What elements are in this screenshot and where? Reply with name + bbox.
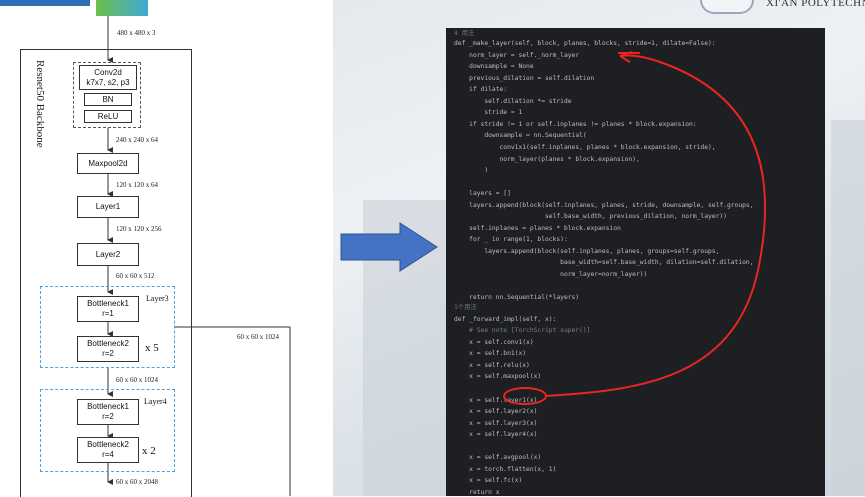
layer1-highlight-circle bbox=[503, 387, 547, 405]
annotation-curve bbox=[545, 54, 767, 397]
red-annotations bbox=[503, 51, 767, 405]
